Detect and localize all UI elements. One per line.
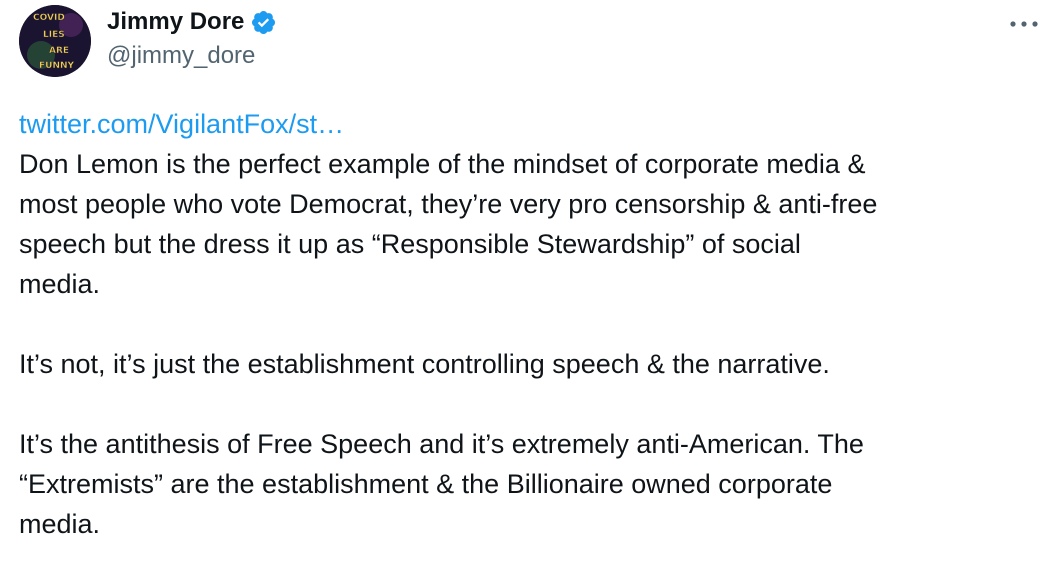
tweet-line: It’s not, it’s just the establishment co… [19, 349, 830, 379]
tweet-line: media. [19, 269, 101, 299]
tweet-line: media. [19, 509, 101, 539]
tweet-link[interactable]: twitter.com/VigilantFox/st… [19, 104, 1029, 144]
avatar-text-4: FUNNY [39, 61, 75, 71]
tweet-line: speech but the dress it up as “Responsib… [19, 229, 801, 259]
tweet-line: “Extremists” are the establishment & the… [19, 469, 833, 499]
author-handle[interactable]: @jimmy_dore [107, 42, 255, 70]
tweet-line: It’s the antithesis of Free Speech and i… [19, 429, 864, 459]
avatar-image: COVID LIES ARE FUNNY [19, 5, 91, 77]
avatar[interactable]: COVID LIES ARE FUNNY [19, 5, 91, 77]
more-options-icon [1010, 21, 1038, 27]
author-display-name[interactable]: Jimmy Dore [107, 8, 244, 36]
tweet-text: twitter.com/VigilantFox/st… Don Lemon is… [19, 104, 1029, 544]
tweet-line: most people who vote Democrat, they’re v… [19, 189, 878, 219]
more-options-button[interactable] [1006, 10, 1042, 38]
tweet-line: Don Lemon is the perfect example of the … [19, 149, 866, 179]
avatar-text-3: ARE [49, 46, 69, 56]
avatar-text-2: LIES [43, 30, 65, 40]
tweet: COVID LIES ARE FUNNY Jimmy Dore @jimmy_d… [0, 0, 1050, 588]
avatar-text-1: COVID [33, 13, 65, 23]
author-name-row: Jimmy Dore [107, 6, 277, 38]
verified-badge-icon [250, 9, 277, 36]
